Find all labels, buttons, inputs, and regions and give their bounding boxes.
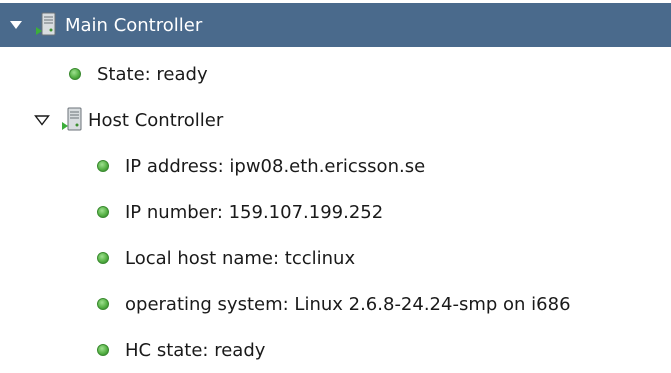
- green-status-dot-icon: [97, 298, 109, 310]
- tree-node-label: Host Controller: [88, 109, 224, 131]
- green-status-dot-icon: [97, 160, 109, 172]
- tree-leaf-label: Local host name: tcclinux: [125, 247, 356, 269]
- tree-leaf-label: IP address: ipw08.eth.ericsson.se: [125, 155, 426, 177]
- green-status-dot-icon: [97, 252, 109, 264]
- tree-leaf-operating-system[interactable]: operating system: Linux 2.6.8-24.24-smp …: [0, 281, 671, 327]
- tree-leaf-label: State: ready: [97, 63, 208, 85]
- server-icon: [35, 12, 57, 38]
- expand-toggle-icon[interactable]: [33, 111, 51, 129]
- tree-leaf-ip-address[interactable]: IP address: ipw08.eth.ericsson.se: [0, 143, 671, 189]
- tree-leaf-label: HC state: ready: [125, 339, 266, 361]
- tree-node-main-controller[interactable]: Main Controller: [0, 3, 671, 47]
- tree-leaf-ip-number[interactable]: IP number: 159.107.199.252: [0, 189, 671, 235]
- tree-leaf-hc-state[interactable]: HC state: ready: [0, 327, 671, 373]
- green-status-dot-icon: [97, 344, 109, 356]
- tree-node-host-controller[interactable]: Host Controller: [0, 97, 671, 143]
- tree-leaf-local-host-name[interactable]: Local host name: tcclinux: [0, 235, 671, 281]
- tree-node-label: Main Controller: [65, 14, 203, 36]
- green-status-dot-icon: [97, 206, 109, 218]
- green-status-dot-icon: [69, 68, 81, 80]
- controller-tree: Main Controller State: ready Host Contro…: [0, 0, 671, 365]
- tree-leaf-label: operating system: Linux 2.6.8-24.24-smp …: [125, 293, 571, 315]
- server-icon: [61, 107, 83, 133]
- tree-leaf-state[interactable]: State: ready: [0, 51, 671, 97]
- tree-leaf-label: IP number: 159.107.199.252: [125, 201, 384, 223]
- expand-toggle-icon[interactable]: [7, 16, 25, 34]
